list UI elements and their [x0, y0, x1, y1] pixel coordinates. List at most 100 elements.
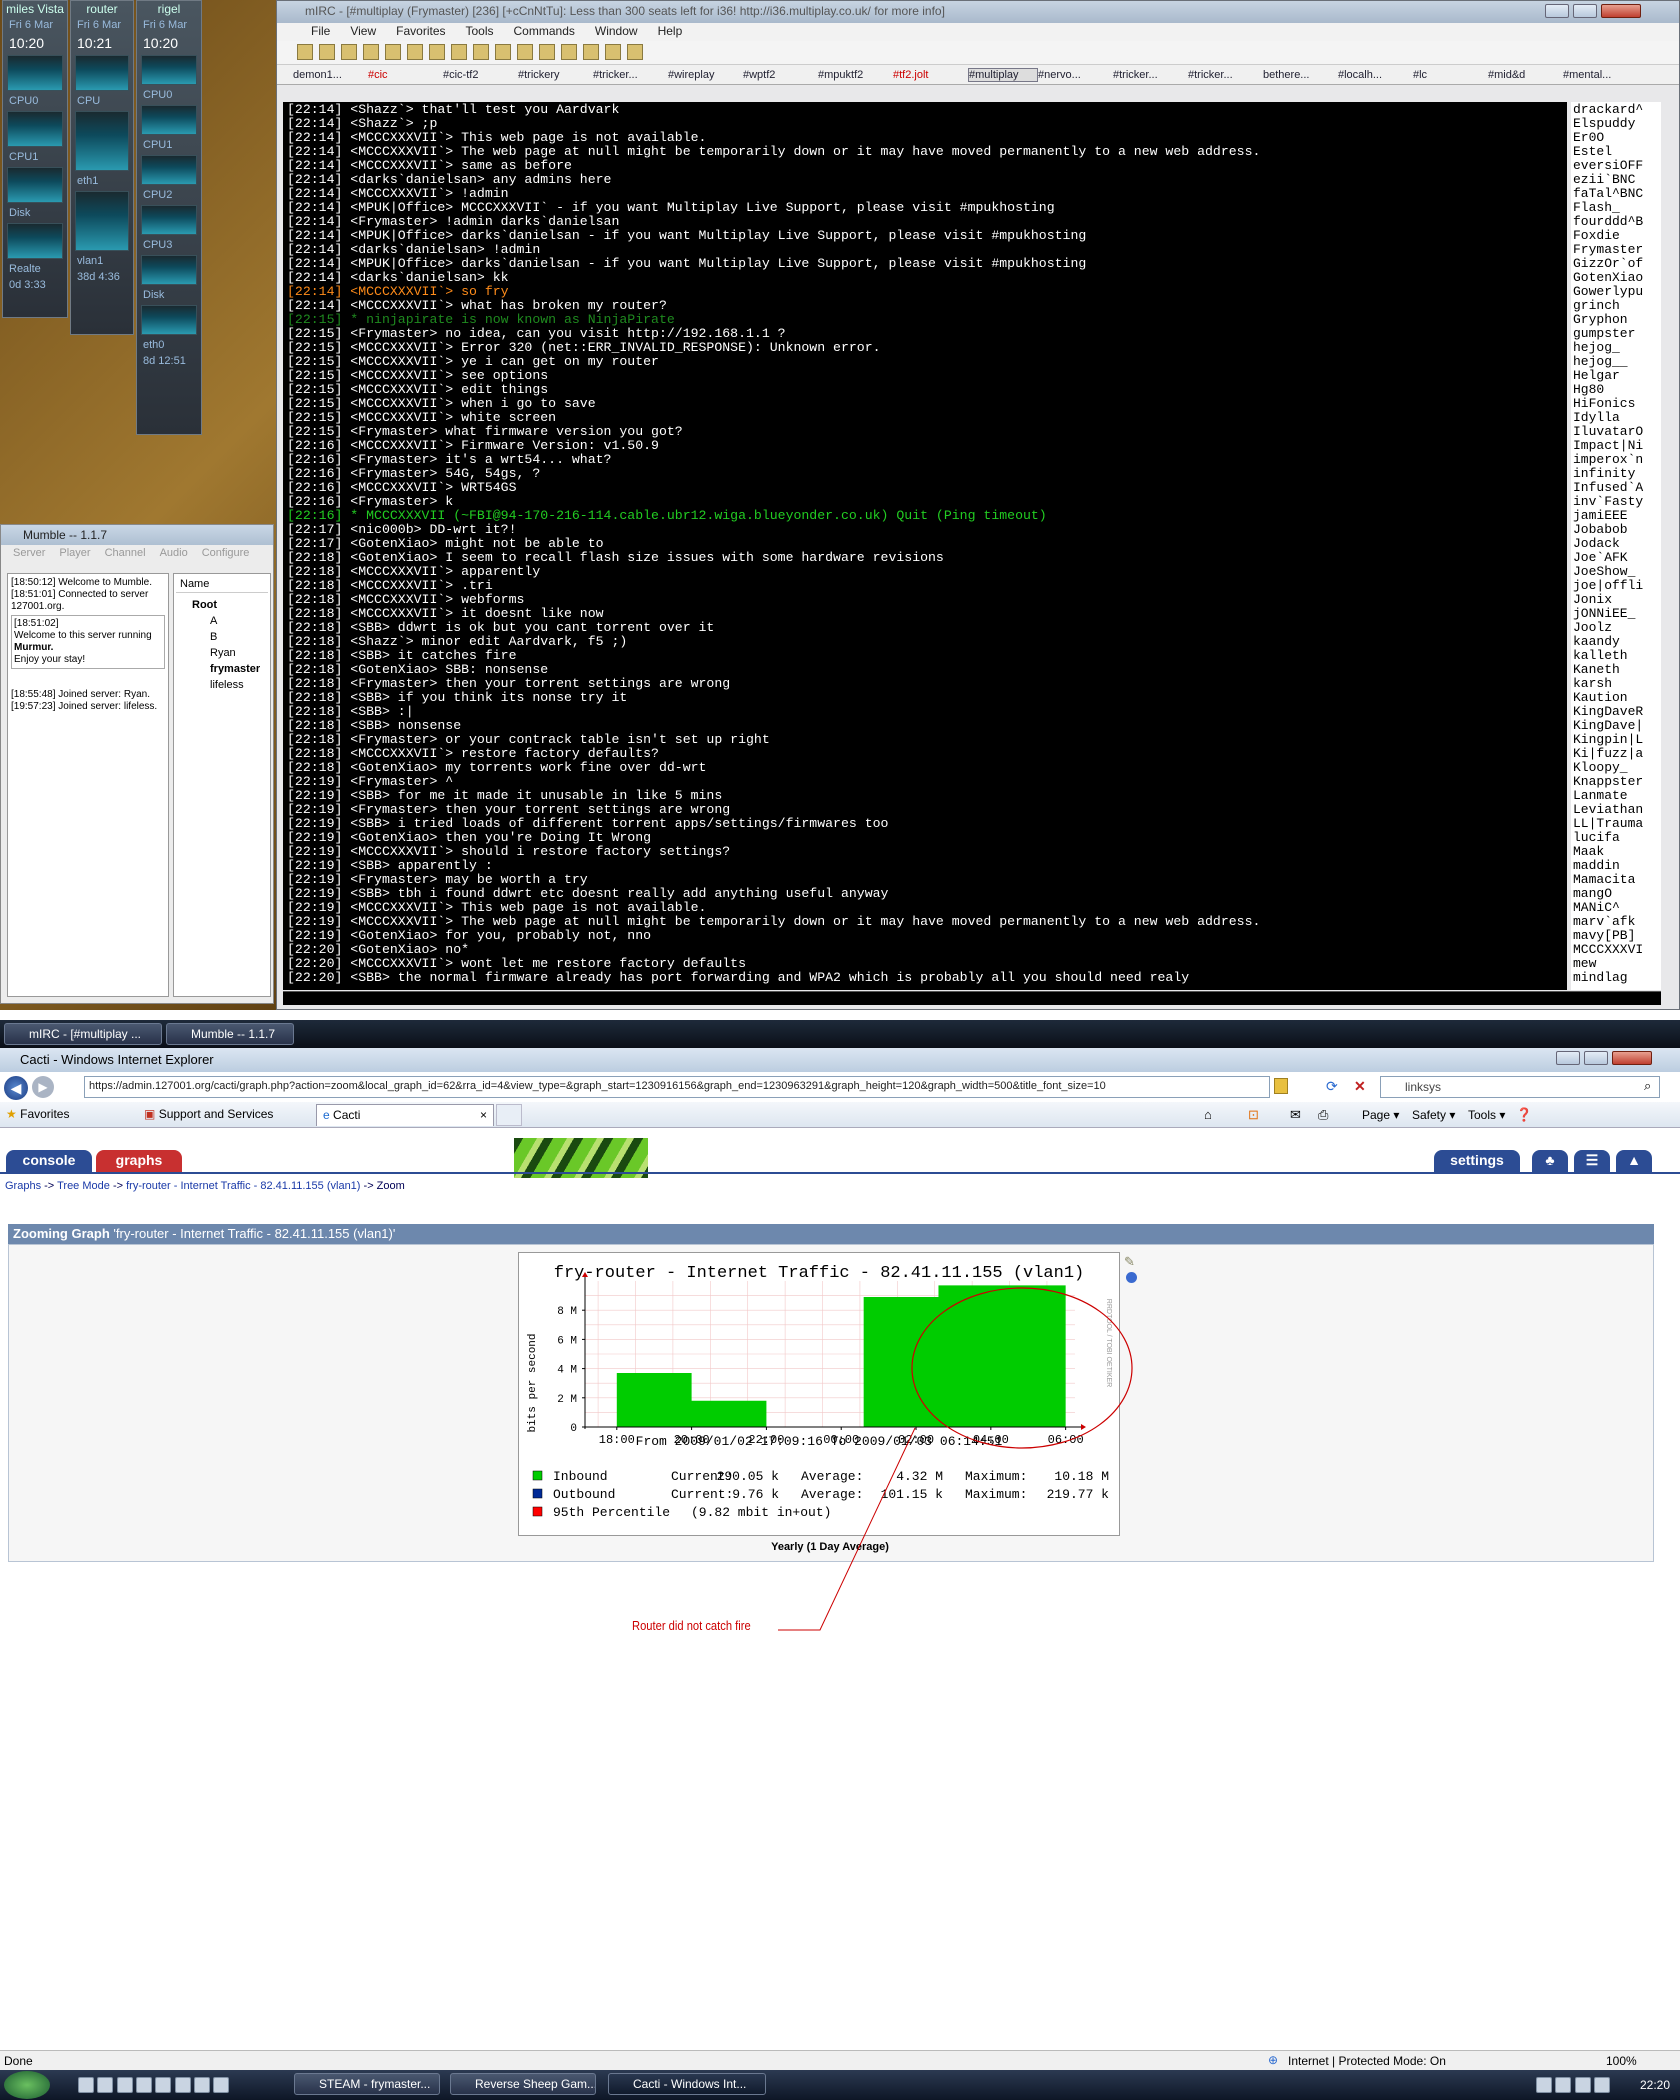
nick-list[interactable]: drackard^ Elspuddy Er0O Estel eversiOFF ezii`… — [1571, 102, 1661, 990]
channel-tab[interactable]: #trickery — [518, 69, 593, 81]
channel-tab[interactable]: #tricker... — [1113, 69, 1188, 81]
clock[interactable]: 22:20 — [1640, 2078, 1670, 2092]
crumb-graphs[interactable]: Graphs — [5, 1180, 41, 1192]
ie-icon[interactable] — [116, 2077, 133, 2093]
nick-item[interactable]: drackard^ — [1573, 103, 1659, 117]
nick-item[interactable]: jamiEEE — [1573, 509, 1659, 523]
nick-item[interactable]: Leviathan — [1573, 803, 1659, 817]
menu-favorites[interactable]: Favorites — [396, 24, 445, 38]
channel-tab[interactable]: #mental... — [1563, 69, 1638, 81]
firefox-icon[interactable] — [194, 2077, 211, 2093]
nick-item[interactable]: LL|Trauma — [1573, 817, 1659, 831]
connect-icon[interactable] — [297, 44, 313, 60]
nick-item[interactable]: HiFonics — [1573, 397, 1659, 411]
minimize-button[interactable] — [1556, 1051, 1580, 1065]
network-icon[interactable] — [1555, 2077, 1572, 2093]
task-cacti[interactable]: Cacti - Windows Int... — [608, 2073, 766, 2095]
channel-tab[interactable]: #tf2.jolt — [893, 69, 968, 81]
traffic-chart[interactable]: fry-router - Internet Traffic - 82.41.11… — [519, 1253, 1119, 1535]
nick-item[interactable]: mew — [1573, 957, 1659, 971]
back-button[interactable]: ◀ — [4, 1076, 28, 1100]
tab-cacti[interactable]: e Cacti × — [316, 1104, 494, 1126]
explorer-icon[interactable] — [136, 2077, 153, 2093]
notify-icon[interactable] — [517, 44, 533, 60]
tools-menu[interactable]: Tools ▾ — [1468, 1108, 1505, 1122]
nick-item[interactable]: Estel — [1573, 145, 1659, 159]
help-icon[interactable]: ❓ — [1516, 1107, 1532, 1123]
nick-item[interactable]: Jonix — [1573, 593, 1659, 607]
menu-commands[interactable]: Commands — [514, 24, 575, 38]
options-icon[interactable] — [319, 44, 335, 60]
timer-icon[interactable] — [429, 44, 445, 60]
channel-tab[interactable]: #cic-tf2 — [443, 69, 518, 81]
switch-windows-icon[interactable] — [97, 2077, 114, 2093]
close-button[interactable] — [1612, 1051, 1652, 1065]
colors-icon[interactable] — [451, 44, 467, 60]
help-icon[interactable] — [627, 44, 643, 60]
tree-item[interactable]: Ryan — [176, 645, 268, 661]
mumble-tree[interactable]: Name Root A B Ryan frymaster lifeless — [173, 573, 271, 997]
volume-icon[interactable] — [1574, 2077, 1591, 2093]
task-mumble[interactable]: Mumble -- 1.1.7 — [166, 1023, 294, 1045]
zoom-level[interactable]: 100% — [1606, 2054, 1637, 2068]
tab-settings[interactable]: settings — [1434, 1150, 1520, 1172]
show-desktop-icon[interactable] — [78, 2077, 94, 2093]
close-tab-icon[interactable]: × — [480, 1108, 487, 1122]
list-view-icon[interactable]: ☰ — [1574, 1150, 1610, 1172]
crumb-graph[interactable]: fry-router - Internet Traffic - 82.41.11… — [126, 1180, 360, 1192]
nick-item[interactable]: faTal^BNC — [1573, 187, 1659, 201]
arrange-icon[interactable] — [605, 44, 621, 60]
nick-item[interactable]: jONNiEE_ — [1573, 607, 1659, 621]
search-input[interactable]: linksys — [1380, 1076, 1660, 1098]
chat-log[interactable]: [22:14] <Shazz`> that'll test you Aardva… — [283, 102, 1567, 990]
nick-item[interactable]: Mamacita — [1573, 873, 1659, 887]
task-reverse-sheep[interactable]: Reverse Sheep Gam... — [450, 2073, 596, 2095]
nick-item[interactable]: Infused`A — [1573, 481, 1659, 495]
tree-item[interactable]: lifeless — [176, 677, 268, 693]
ie-titlebar[interactable]: Cacti - Windows Internet Explorer — [0, 1048, 1680, 1072]
maximize-button[interactable] — [1573, 4, 1597, 18]
task-steam[interactable]: STEAM - frymaster... — [294, 2073, 440, 2095]
nick-item[interactable]: Gowerlypu — [1573, 285, 1659, 299]
home-icon[interactable]: ⌂ — [1204, 1107, 1212, 1122]
tray-icon[interactable] — [1536, 2077, 1552, 2093]
nick-item[interactable]: Gryphon — [1573, 313, 1659, 327]
safety-menu[interactable]: Safety ▾ — [1412, 1108, 1455, 1122]
media-icon[interactable] — [155, 2077, 172, 2093]
preview-view-icon[interactable]: ▲ — [1616, 1150, 1652, 1172]
start-button[interactable] — [4, 2071, 50, 2099]
nick-item[interactable]: MCCCXXXVI — [1573, 943, 1659, 957]
channel-tab[interactable]: #mid&d — [1488, 69, 1563, 81]
nick-item[interactable]: fourddd^B — [1573, 215, 1659, 229]
nick-item[interactable]: maddin — [1573, 859, 1659, 873]
nick-item[interactable]: Knappster — [1573, 775, 1659, 789]
nick-item[interactable]: Er0O — [1573, 131, 1659, 145]
nick-item[interactable]: joe|offli — [1573, 579, 1659, 593]
nick-item[interactable]: hejog__ — [1573, 355, 1659, 369]
cascade-icon[interactable] — [583, 44, 599, 60]
close-button[interactable] — [1601, 4, 1641, 18]
nick-item[interactable]: Elspuddy — [1573, 117, 1659, 131]
nick-item[interactable]: Frymaster — [1573, 243, 1659, 257]
page-menu[interactable]: Page ▾ — [1362, 1108, 1399, 1122]
nick-item[interactable]: hejog_ — [1573, 341, 1659, 355]
tree-item[interactable]: Root — [176, 597, 268, 613]
nick-item[interactable]: MANiC^ — [1573, 901, 1659, 915]
tree-item[interactable]: A — [176, 613, 268, 629]
nick-item[interactable]: JoeShow_ — [1573, 565, 1659, 579]
channel-tab[interactable]: #localh... — [1338, 69, 1413, 81]
nick-item[interactable]: KingDave| — [1573, 719, 1659, 733]
nick-item[interactable]: Helgar — [1573, 369, 1659, 383]
bluetooth-icon[interactable] — [1594, 2077, 1611, 2093]
forward-button[interactable]: ▶ — [32, 1076, 54, 1098]
channel-tab[interactable]: #multiplay — [968, 68, 1038, 82]
menu-file[interactable]: File — [311, 24, 330, 38]
stop-icon[interactable]: ✕ — [1354, 1078, 1366, 1095]
refresh-icon[interactable]: ⟳ — [1326, 1078, 1338, 1095]
sounds-icon[interactable] — [495, 44, 511, 60]
app-icon[interactable] — [213, 2077, 230, 2093]
lock-icon[interactable] — [1274, 1078, 1288, 1094]
log-icon[interactable] — [407, 44, 423, 60]
nick-item[interactable]: Flash_ — [1573, 201, 1659, 215]
menu-configure[interactable]: Configure — [202, 547, 250, 559]
